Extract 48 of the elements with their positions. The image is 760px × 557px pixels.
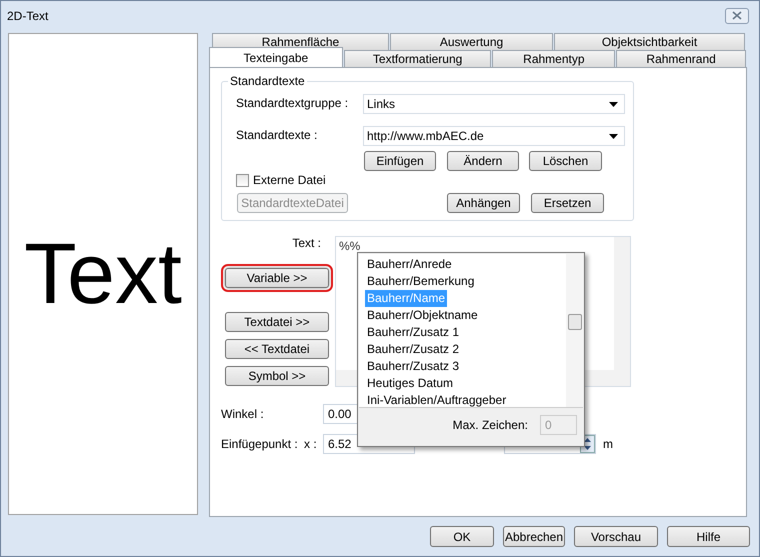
action-button[interactable]: Löschen — [529, 151, 602, 171]
action-button[interactable]: Ändern — [447, 151, 519, 171]
close-button[interactable] — [725, 8, 749, 24]
tab[interactable]: Texteingabe — [209, 47, 343, 67]
list-item[interactable]: Heutiges Datum — [365, 375, 456, 392]
dialog-button[interactable]: Abbrechen — [503, 526, 565, 547]
text-value: %% — [339, 239, 360, 253]
side-button[interactable]: Symbol >> — [225, 366, 329, 386]
tab[interactable]: Rahmenrand — [616, 50, 746, 67]
list-item[interactable]: Bauherr/Zusatz 1 — [365, 324, 462, 341]
dialog-button[interactable]: OK — [430, 526, 494, 547]
field-label: Winkel : — [221, 407, 265, 421]
dropdown[interactable]: Links — [363, 94, 625, 114]
tab[interactable]: Objektsichtbarkeit — [554, 33, 745, 50]
field-label: Max. Zeichen: — [452, 418, 528, 432]
list-item[interactable]: Bauherr/Anrede — [365, 256, 454, 273]
action-button[interactable]: Anhängen — [447, 193, 520, 213]
group-legend: Standardtexte — [228, 74, 307, 88]
side-button[interactable]: << Textdatei — [225, 339, 329, 359]
action-button[interactable]: Einfügen — [364, 151, 436, 171]
tab[interactable]: Textformatierung — [344, 50, 492, 67]
vertical-scrollbar[interactable] — [566, 254, 583, 407]
field-label: Text : — [292, 236, 321, 250]
field-label: x : — [304, 437, 318, 451]
list-item[interactable]: Bauherr/Bemerkung — [365, 273, 476, 290]
dropdown[interactable]: http://www.mbAEC.de — [363, 126, 625, 146]
side-button[interactable]: Textdatei >> — [225, 312, 329, 332]
preview-text: Text — [24, 231, 182, 317]
tab[interactable]: Rahmentyp — [492, 50, 616, 67]
list-item[interactable]: Bauherr/Zusatz 2 — [365, 341, 462, 358]
dropdown-arrow-icon — [609, 102, 618, 106]
checkbox[interactable] — [236, 174, 249, 186]
field-label: Standardtextgruppe : — [236, 95, 350, 110]
window-title: 2D-Text — [7, 8, 48, 22]
field-label: Standardtexte : — [236, 127, 318, 142]
tab[interactable]: Auswertung — [390, 33, 553, 50]
vertical-scrollbar[interactable] — [614, 237, 630, 370]
list-item[interactable]: Bauherr/Objektname — [365, 307, 480, 324]
unit-label: m — [603, 437, 613, 451]
action-button[interactable]: Ersetzen — [531, 193, 604, 213]
field-label: Einfügepunkt : — [221, 437, 299, 451]
dialog-button[interactable]: Vorschau — [574, 526, 658, 547]
checkbox-label: Externe Datei — [253, 173, 326, 187]
dialog-button[interactable]: Hilfe — [667, 526, 750, 547]
close-icon — [732, 11, 742, 20]
list-item[interactable]: Ini-Variablen/Auftraggeber — [365, 392, 508, 407]
dropdown-arrow-icon — [609, 134, 618, 138]
list-item[interactable]: Bauherr/Zusatz 3 — [365, 358, 462, 375]
